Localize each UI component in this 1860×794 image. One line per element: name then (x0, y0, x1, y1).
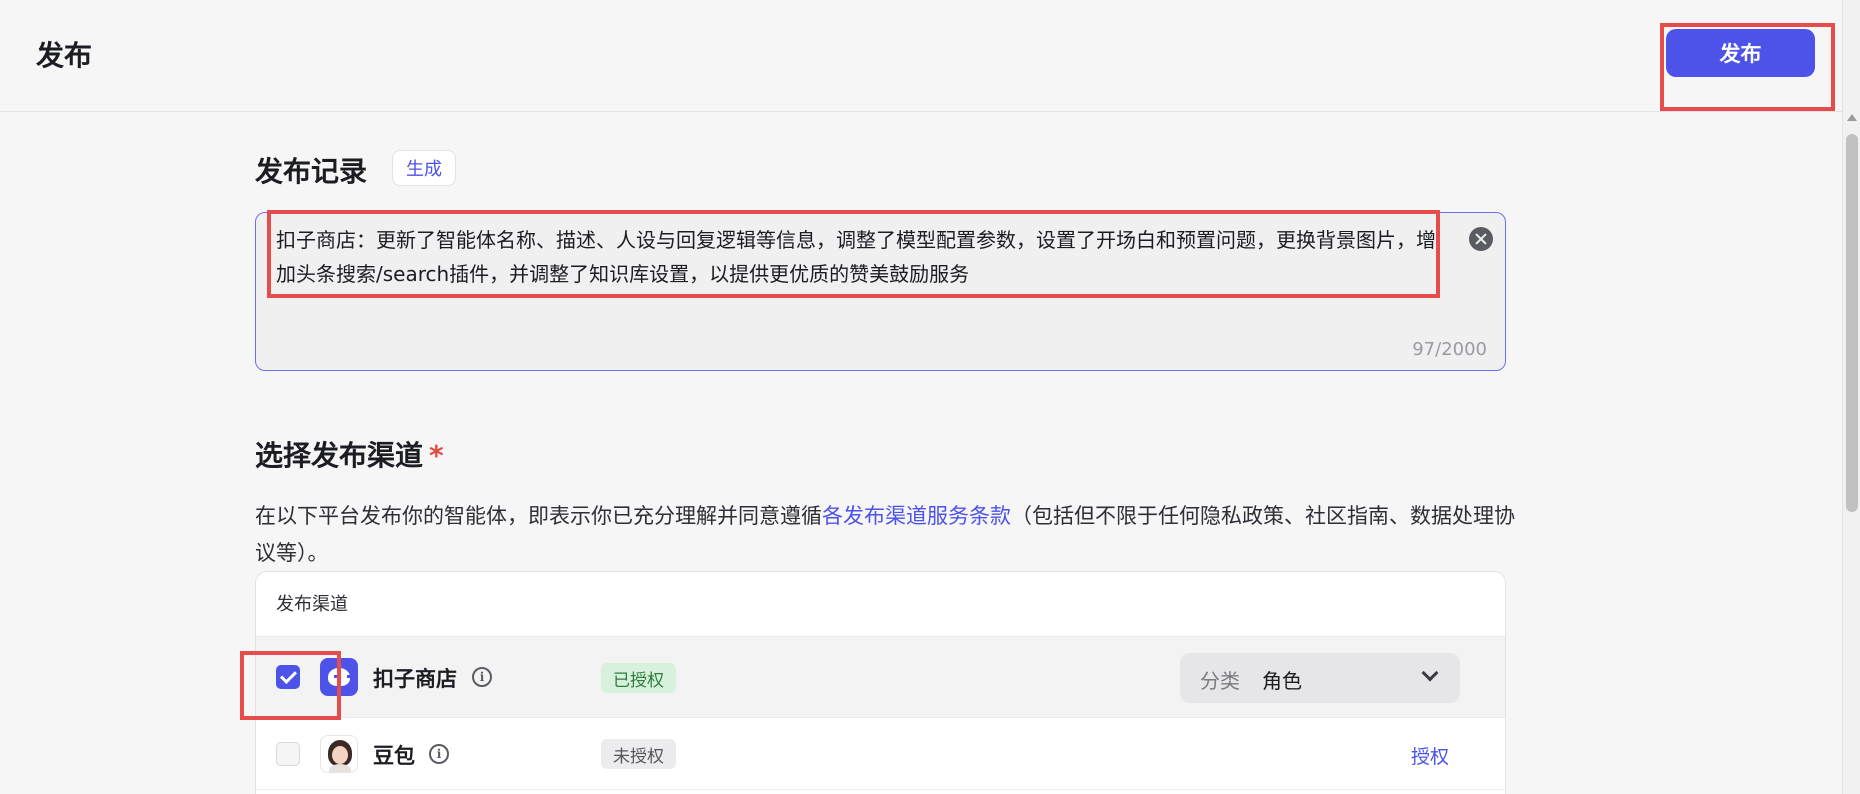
category-select[interactable]: 分类 角色 (1180, 653, 1460, 703)
record-title: 发布记录 (255, 155, 368, 188)
generate-button[interactable]: 生成 (392, 150, 456, 186)
category-value: 角色 (1262, 669, 1302, 693)
coze-store-checkbox[interactable] (276, 665, 300, 689)
page-title: 发布 (36, 39, 93, 72)
category-label: 分类 (1200, 669, 1240, 693)
terms-before: 在以下平台发布你的智能体，即表示你已充分理解并同意遵循 (255, 504, 822, 528)
doubao-avatar-icon (320, 735, 358, 773)
chevron-down-icon (1421, 664, 1439, 682)
required-mark: * (429, 439, 444, 472)
channel-name: 扣子商店 (373, 667, 457, 691)
scroll-thumb[interactable] (1846, 134, 1858, 512)
char-counter: 97/2000 (1412, 339, 1487, 360)
channels-table: 发布渠道 扣子商店 i 已授权 分类 角色 豆包 i 未授权 授权 (255, 571, 1506, 794)
release-notes-textarea[interactable]: 扣子商店：更新了智能体名称、描述、人设与回复逻辑等信息，调整了模型配置参数，设置… (255, 212, 1506, 371)
clear-icon[interactable] (1469, 227, 1493, 251)
doubao-checkbox[interactable] (276, 742, 300, 766)
authorize-link[interactable]: 授权 (1411, 742, 1449, 769)
terms-text: 在以下平台发布你的智能体，即表示你已充分理解并同意遵循各发布渠道服务条款（包括但… (255, 498, 1515, 572)
publish-button[interactable]: 发布 (1666, 29, 1815, 77)
release-notes-text[interactable]: 扣子商店：更新了智能体名称、描述、人设与回复逻辑等信息，调整了模型配置参数，设置… (276, 223, 1446, 291)
table-header-channel: 发布渠道 (276, 594, 348, 615)
channels-title: 选择发布渠道 * (255, 434, 444, 474)
coze-store-icon (320, 658, 358, 696)
status-badge: 已授权 (601, 663, 676, 693)
status-badge: 未授权 (601, 739, 676, 769)
scroll-up-arrow-icon[interactable] (1847, 114, 1857, 121)
channels-title-text: 选择发布渠道 (255, 439, 424, 472)
info-icon[interactable]: i (472, 667, 492, 687)
page-header: 发布 发布 (0, 0, 1842, 112)
terms-link[interactable]: 各发布渠道服务条款 (822, 504, 1011, 528)
table-row[interactable]: 豆包 i 未授权 授权 (256, 718, 1505, 790)
table-row[interactable]: 扣子商店 i 已授权 分类 角色 (256, 636, 1505, 718)
info-icon[interactable]: i (429, 744, 449, 764)
scrollbar[interactable] (1842, 0, 1860, 794)
channel-name: 豆包 (373, 744, 415, 768)
